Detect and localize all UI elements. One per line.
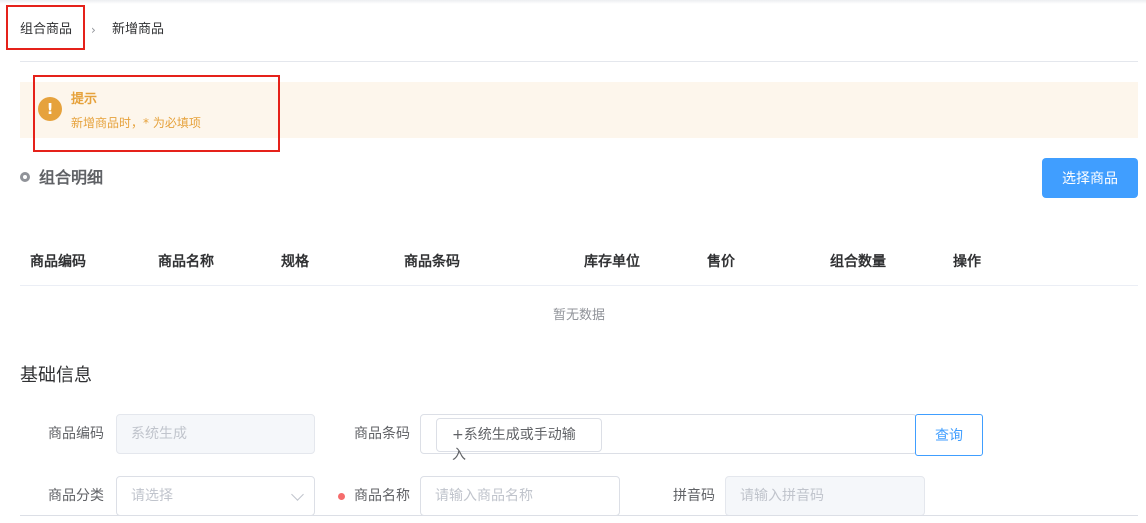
column-header-barcode[interactable]: 商品条码 (404, 252, 460, 272)
bottom-divider (20, 515, 1138, 516)
header-divider (20, 61, 1138, 62)
required-marker-icon (338, 493, 345, 500)
category-select[interactable]: 请选择 (116, 476, 315, 516)
column-header-unit[interactable]: 库存单位 (584, 252, 640, 272)
product-name-label: 商品名称 (354, 488, 410, 504)
column-header-name[interactable]: 商品名称 (158, 252, 214, 272)
basic-info-title: 基础信息 (20, 365, 92, 386)
column-header-price[interactable]: 售价 (707, 252, 735, 272)
chevron-right-icon: › (91, 23, 96, 37)
select-product-button[interactable]: 选择商品 (1042, 158, 1138, 198)
breadcrumb-current: 新增商品 (112, 22, 165, 37)
query-button[interactable]: 查询 (915, 414, 983, 456)
pinyin-label: 拼音码 (673, 488, 715, 504)
alert-highlight (33, 75, 280, 152)
category-label: 商品分类 (48, 488, 104, 504)
top-shadow (0, 0, 1146, 4)
column-header-spec[interactable]: 规格 (281, 252, 309, 272)
column-header-code[interactable]: 商品编码 (30, 252, 86, 272)
product-code-input: 系统生成 (116, 414, 315, 454)
table-header-divider (20, 285, 1138, 286)
column-header-quantity[interactable]: 组合数量 (830, 252, 886, 272)
barcode-generate-button[interactable]: +系统生成或手动输入 (436, 418, 602, 463)
product-code-label: 商品编码 (48, 426, 104, 442)
section-dot-icon (20, 172, 30, 182)
pinyin-input: 请输入拼音码 (725, 476, 925, 516)
column-header-actions[interactable]: 操作 (953, 252, 981, 272)
product-name-input[interactable]: 请输入商品名称 (420, 476, 620, 516)
breadcrumb-parent[interactable]: 组合商品 (20, 20, 72, 40)
barcode-label: 商品条码 (354, 426, 410, 442)
table-empty-text: 暂无数据 (552, 308, 605, 323)
combo-detail-title: 组合明细 (39, 168, 104, 187)
